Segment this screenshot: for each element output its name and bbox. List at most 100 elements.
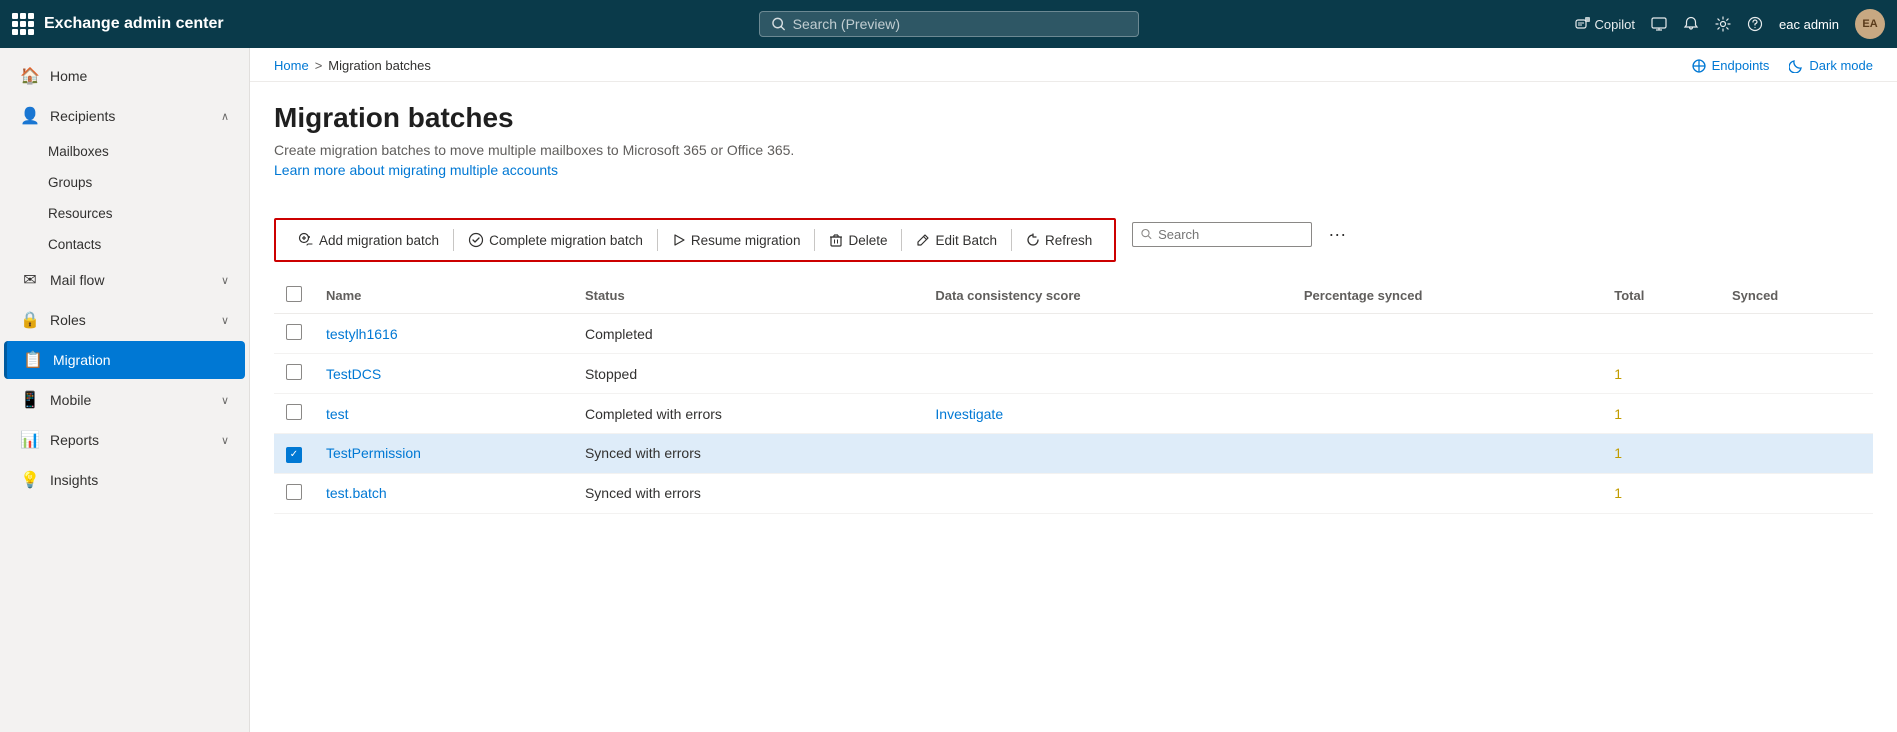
sidebar-item-mailflow[interactable]: ✉ Mail flow ∨ [4, 261, 245, 299]
page-content: Migration batches Create migration batch… [250, 82, 1897, 732]
cell-name: test [314, 394, 573, 434]
insights-icon: 💡 [20, 470, 40, 490]
complete-migration-button[interactable]: Complete migration batch [456, 226, 655, 254]
learn-more-link[interactable]: Learn more about migrating multiple acco… [274, 162, 558, 178]
sidebar-sub-mailboxes[interactable]: Mailboxes [4, 137, 245, 166]
resume-label: Resume migration [691, 233, 801, 248]
moon-icon [1789, 59, 1803, 73]
cell-consistency [923, 354, 1292, 394]
row-checkbox-1[interactable] [286, 364, 302, 380]
row-checkbox-0[interactable] [286, 324, 302, 340]
sidebar-item-mobile[interactable]: 📱 Mobile ∨ [4, 381, 245, 419]
row-checkbox-4[interactable] [286, 484, 302, 500]
avatar[interactable]: EA [1855, 9, 1885, 39]
cell-percentage [1292, 354, 1602, 394]
table-row: test.batchSynced with errors1 [274, 473, 1873, 513]
sidebar-item-insights[interactable]: 💡 Insights [4, 461, 245, 499]
roles-icon: 🔒 [20, 310, 40, 330]
mobile-icon: 📱 [20, 390, 40, 410]
notification-button[interactable] [1683, 16, 1699, 32]
sidebar-label-migration: Migration [53, 352, 229, 368]
reports-icon: 📊 [20, 430, 40, 450]
complete-migration-icon [468, 232, 484, 248]
sidebar-sub-groups[interactable]: Groups [4, 168, 245, 197]
chevron-down-icon-roles: ∨ [221, 314, 229, 327]
table-search-input[interactable] [1158, 227, 1303, 242]
sidebar-label-mailflow: Mail flow [50, 272, 211, 288]
contacts-label: Contacts [48, 237, 101, 252]
sidebar-sub-resources[interactable]: Resources [4, 199, 245, 228]
cell-name: test.batch [314, 473, 573, 513]
help-icon [1747, 16, 1763, 32]
gear-icon [1715, 16, 1731, 32]
user-label: eac admin [1779, 17, 1839, 32]
global-search-bar[interactable] [759, 11, 1139, 37]
col-consistency: Data consistency score [923, 278, 1292, 314]
breadcrumb-home[interactable]: Home [274, 58, 309, 73]
cell-total: 1 [1602, 473, 1720, 513]
cell-consistency [923, 473, 1292, 513]
cell-total: 1 [1602, 434, 1720, 474]
sidebar-item-home[interactable]: 🏠 Home [4, 57, 245, 95]
waffle-menu-icon[interactable] [12, 13, 34, 35]
table-row: ✓TestPermissionSynced with errors1 [274, 434, 1873, 474]
copilot-button[interactable]: Copilot [1575, 16, 1635, 32]
complete-label: Complete migration batch [489, 233, 643, 248]
table-search-box[interactable] [1132, 222, 1312, 247]
col-percentage: Percentage synced [1292, 278, 1602, 314]
sidebar-item-reports[interactable]: 📊 Reports ∨ [4, 421, 245, 459]
endpoints-button[interactable]: Endpoints [1692, 58, 1770, 73]
cell-consistency[interactable]: Investigate [923, 394, 1292, 434]
cell-total: 1 [1602, 354, 1720, 394]
migration-icon: 📋 [23, 350, 43, 370]
delete-label: Delete [848, 233, 887, 248]
toolbar-sep-1 [453, 229, 454, 251]
display-button[interactable] [1651, 16, 1667, 32]
sidebar-label-roles: Roles [50, 312, 211, 328]
select-all-header[interactable] [274, 278, 314, 314]
breadcrumb-separator: > [315, 58, 323, 73]
resume-icon [672, 233, 686, 247]
table-row: TestDCSStopped1 [274, 354, 1873, 394]
add-migration-icon [298, 232, 314, 248]
cell-percentage [1292, 473, 1602, 513]
cell-synced [1720, 314, 1873, 354]
sidebar-item-recipients[interactable]: 👤 Recipients ∧ [4, 97, 245, 135]
delete-icon [829, 233, 843, 247]
display-icon [1651, 16, 1667, 32]
sidebar-item-migration[interactable]: 📋 Migration [4, 341, 245, 379]
home-icon: 🏠 [20, 66, 40, 86]
global-search-input[interactable] [793, 16, 1126, 32]
cell-consistency [923, 434, 1292, 474]
sidebar-item-roles[interactable]: 🔒 Roles ∨ [4, 301, 245, 339]
add-migration-batch-button[interactable]: Add migration batch [286, 226, 451, 254]
sidebar-label-recipients: Recipients [50, 108, 211, 124]
copilot-label: Copilot [1595, 17, 1635, 32]
select-all-checkbox[interactable] [286, 286, 302, 302]
mailboxes-label: Mailboxes [48, 144, 109, 159]
help-button[interactable] [1747, 16, 1763, 32]
resume-migration-button[interactable]: Resume migration [660, 227, 813, 254]
row-checkbox-2[interactable] [286, 404, 302, 420]
delete-button[interactable]: Delete [817, 227, 899, 254]
row-checkbox-3[interactable]: ✓ [286, 447, 302, 463]
more-options-button[interactable]: ··· [1320, 220, 1354, 249]
toolbar-sep-2 [657, 229, 658, 251]
app-branding: Exchange admin center [12, 13, 224, 35]
refresh-icon [1026, 233, 1040, 247]
sidebar-label-mobile: Mobile [50, 392, 211, 408]
refresh-button[interactable]: Refresh [1014, 227, 1104, 254]
cell-name: TestPermission [314, 434, 573, 474]
refresh-label: Refresh [1045, 233, 1092, 248]
edit-batch-button[interactable]: Edit Batch [904, 227, 1009, 254]
top-page-actions: Endpoints Dark mode [1692, 58, 1873, 73]
page-description: Create migration batches to move multipl… [274, 142, 1873, 158]
col-total: Total [1602, 278, 1720, 314]
header-actions: Copilot [1575, 9, 1885, 39]
dark-mode-button[interactable]: Dark mode [1789, 58, 1873, 73]
settings-button[interactable] [1715, 16, 1731, 32]
col-name: Name [314, 278, 573, 314]
chevron-down-icon-mobile: ∨ [221, 394, 229, 407]
sidebar-sub-contacts[interactable]: Contacts [4, 230, 245, 259]
cell-synced [1720, 394, 1873, 434]
